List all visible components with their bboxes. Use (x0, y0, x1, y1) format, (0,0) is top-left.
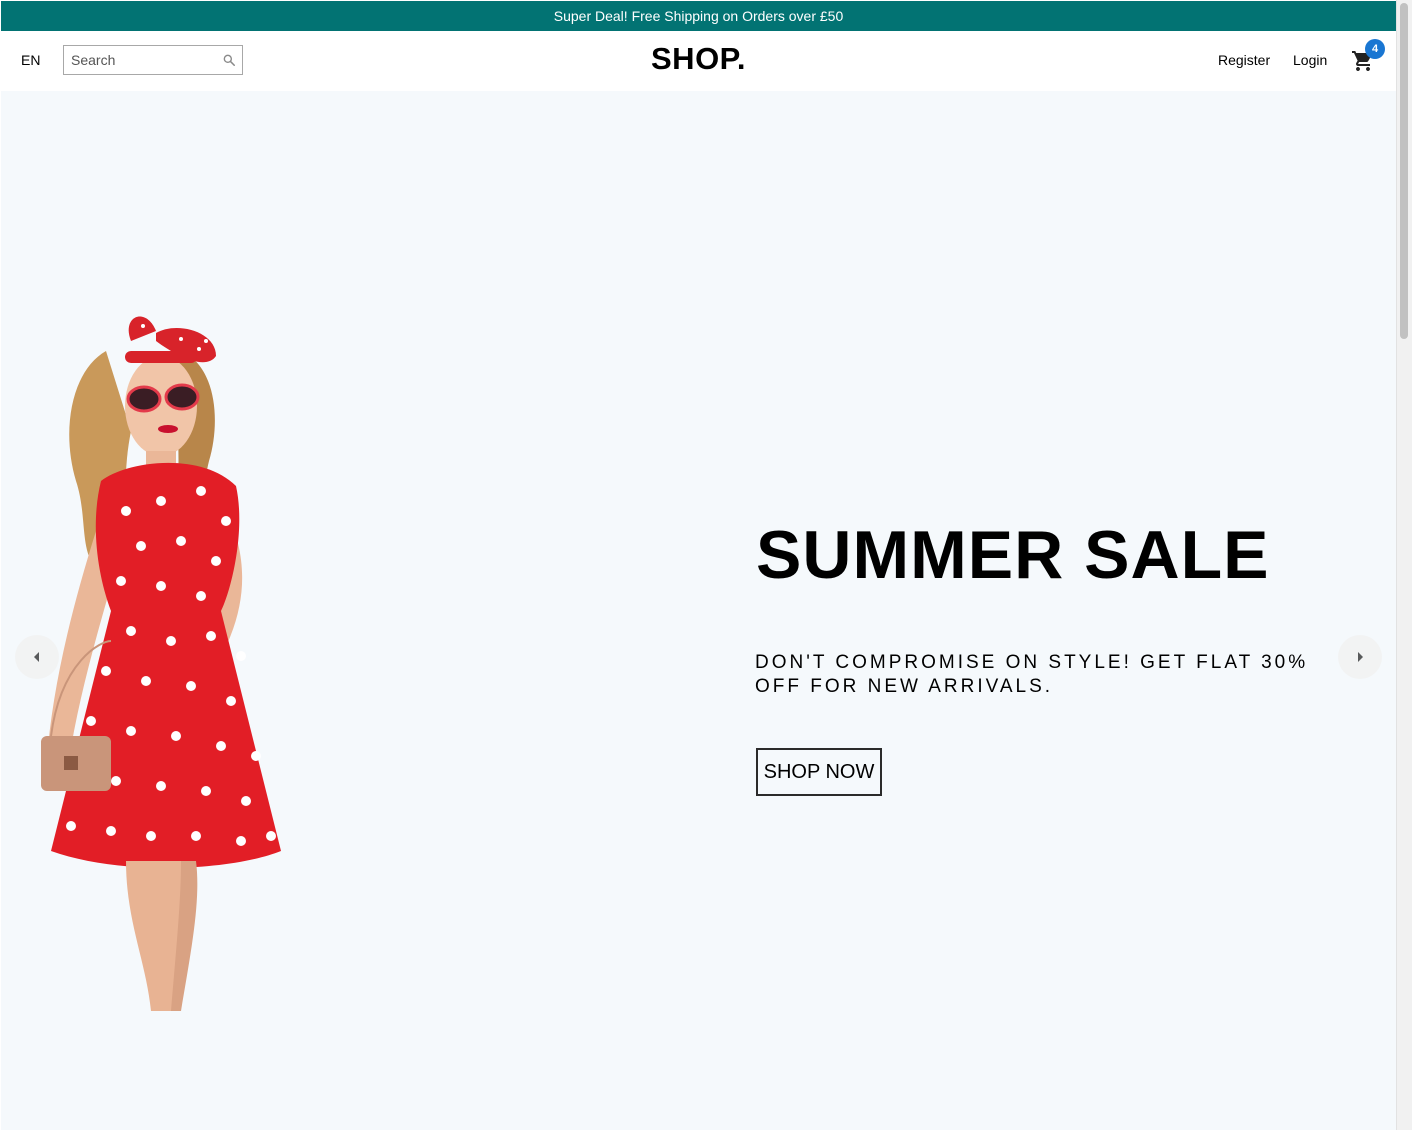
navbar: EN SHOP. Register Login 4 (1, 31, 1396, 91)
hero-description: DON'T COMPROMISE ON STYLE! GET FLAT 30% … (755, 652, 1309, 697)
hero-slider: SUMMER SALE DON'T COMPROMISE ON STYLE! G… (1, 91, 1396, 1130)
cart-button[interactable]: 4 (1351, 39, 1385, 73)
hero-model-image (41, 316, 281, 1011)
cart-count-badge: 4 (1365, 39, 1385, 59)
hero-title: SUMMER SALE (756, 517, 1270, 593)
language-selector[interactable]: EN (21, 52, 40, 68)
arrow-right-icon (1358, 652, 1363, 662)
announcement-text: Super Deal! Free Shipping on Orders over… (553, 8, 844, 24)
slider-next-button[interactable] (1338, 635, 1382, 679)
register-link[interactable]: Register (1218, 52, 1270, 68)
page: Super Deal! Free Shipping on Orders over… (1, 1, 1396, 1130)
shop-now-button[interactable]: SHOP NOW (756, 748, 882, 796)
search-container (63, 45, 243, 75)
search-icon[interactable] (222, 53, 236, 67)
announcement-bar: Super Deal! Free Shipping on Orders over… (1, 1, 1396, 31)
search-input[interactable] (64, 46, 214, 74)
page-scrollbar[interactable] (1396, 0, 1412, 1130)
scrollbar-thumb[interactable] (1400, 3, 1408, 339)
login-link[interactable]: Login (1293, 52, 1327, 68)
logo[interactable]: SHOP. (651, 41, 746, 76)
